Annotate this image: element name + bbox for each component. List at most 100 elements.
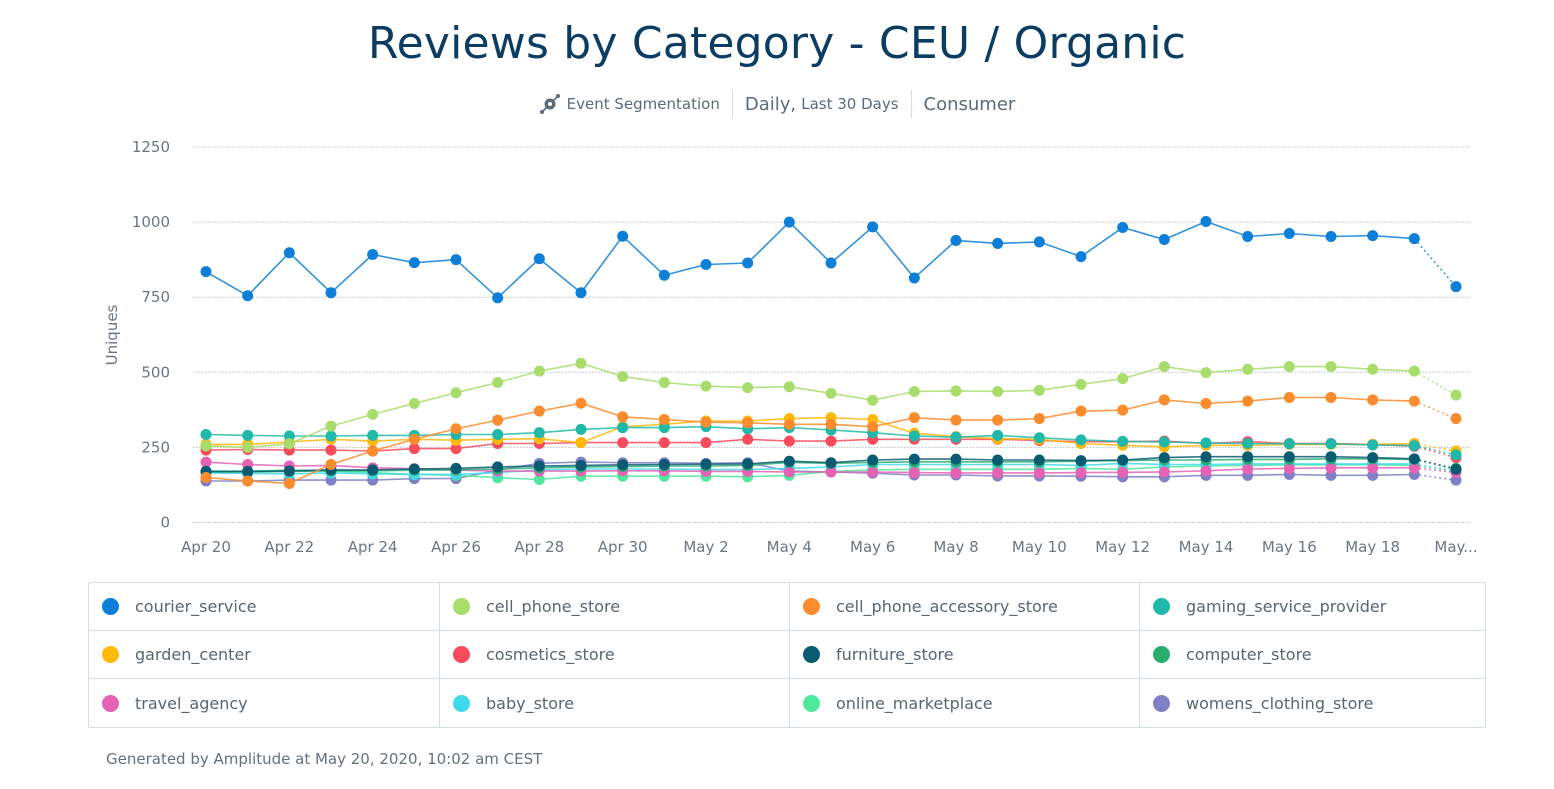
data-point[interactable] (825, 457, 837, 469)
data-point[interactable] (1117, 454, 1129, 466)
data-point[interactable] (992, 454, 1004, 466)
data-point[interactable] (242, 475, 254, 487)
data-point[interactable] (1325, 361, 1337, 373)
data-point[interactable] (1033, 454, 1045, 466)
data-point[interactable] (450, 423, 462, 435)
data-point[interactable] (825, 435, 837, 447)
data-point[interactable] (700, 437, 712, 449)
data-point[interactable] (1200, 451, 1212, 463)
data-point[interactable] (367, 464, 379, 476)
data-point[interactable] (1075, 251, 1087, 263)
legend-item[interactable]: travel_agency (89, 679, 440, 727)
data-point[interactable] (283, 477, 295, 489)
data-point[interactable] (1325, 231, 1337, 243)
data-point[interactable] (1158, 436, 1170, 448)
data-point[interactable] (1367, 439, 1379, 451)
data-point[interactable] (242, 290, 254, 302)
data-point[interactable] (533, 427, 545, 439)
data-point[interactable] (617, 230, 629, 242)
data-point[interactable] (1200, 465, 1212, 477)
data-point[interactable] (408, 257, 420, 269)
data-point[interactable] (367, 249, 379, 261)
data-point[interactable] (1367, 394, 1379, 406)
data-point[interactable] (450, 387, 462, 399)
data-point[interactable] (242, 465, 254, 477)
data-point[interactable] (950, 453, 962, 465)
data-point[interactable] (1450, 281, 1462, 293)
data-point[interactable] (1033, 413, 1045, 425)
data-point[interactable] (617, 459, 629, 471)
data-point[interactable] (1075, 405, 1087, 417)
data-point[interactable] (1242, 363, 1254, 375)
data-point[interactable] (1367, 452, 1379, 464)
data-point[interactable] (242, 441, 254, 453)
data-point[interactable] (742, 382, 754, 394)
data-point[interactable] (408, 398, 420, 410)
data-point[interactable] (1117, 404, 1129, 416)
data-point[interactable] (533, 253, 545, 265)
data-point[interactable] (450, 462, 462, 474)
data-point[interactable] (200, 471, 212, 483)
data-point[interactable] (1325, 392, 1337, 404)
data-point[interactable] (617, 371, 629, 383)
data-point[interactable] (283, 438, 295, 450)
legend-item[interactable]: garden_center (89, 631, 440, 679)
data-point[interactable] (825, 418, 837, 430)
data-point[interactable] (658, 269, 670, 281)
data-point[interactable] (1450, 389, 1462, 401)
data-point[interactable] (742, 433, 754, 445)
data-point[interactable] (950, 431, 962, 443)
data-point[interactable] (575, 423, 587, 435)
data-point[interactable] (1408, 453, 1420, 465)
data-point[interactable] (533, 405, 545, 417)
data-point[interactable] (1283, 392, 1295, 404)
data-point[interactable] (1450, 463, 1462, 475)
data-point[interactable] (1325, 438, 1337, 450)
data-point[interactable] (325, 430, 337, 442)
data-point[interactable] (1200, 398, 1212, 410)
data-point[interactable] (533, 365, 545, 377)
data-point[interactable] (575, 459, 587, 471)
data-point[interactable] (1367, 363, 1379, 375)
data-point[interactable] (1117, 373, 1129, 385)
data-point[interactable] (867, 421, 879, 433)
data-point[interactable] (1283, 361, 1295, 373)
data-point[interactable] (1283, 438, 1295, 450)
data-point[interactable] (617, 422, 629, 434)
data-point[interactable] (950, 385, 962, 397)
data-point[interactable] (1158, 394, 1170, 406)
data-point[interactable] (992, 386, 1004, 398)
data-point[interactable] (1408, 233, 1420, 245)
data-point[interactable] (1450, 413, 1462, 425)
legend-item[interactable]: gaming_service_provider (1140, 583, 1485, 631)
data-point[interactable] (908, 272, 920, 284)
data-point[interactable] (200, 440, 212, 452)
data-point[interactable] (242, 429, 254, 441)
data-point[interactable] (325, 459, 337, 471)
data-point[interactable] (1283, 228, 1295, 240)
data-point[interactable] (1325, 451, 1337, 463)
data-point[interactable] (992, 237, 1004, 249)
data-point[interactable] (742, 257, 754, 269)
data-point[interactable] (1408, 365, 1420, 377)
data-point[interactable] (950, 414, 962, 426)
data-point[interactable] (658, 459, 670, 471)
data-point[interactable] (1242, 463, 1254, 475)
data-point[interactable] (1117, 435, 1129, 447)
data-point[interactable] (1033, 432, 1045, 444)
legend-item[interactable]: courier_service (89, 583, 440, 631)
legend-item[interactable]: furniture_store (790, 631, 1140, 679)
data-point[interactable] (1075, 455, 1087, 467)
data-point[interactable] (283, 247, 295, 259)
legend-item[interactable]: computer_store (1140, 631, 1485, 679)
data-point[interactable] (617, 437, 629, 449)
data-point[interactable] (992, 429, 1004, 441)
data-point[interactable] (367, 445, 379, 457)
data-point[interactable] (992, 467, 1004, 479)
data-point[interactable] (700, 458, 712, 470)
data-point[interactable] (908, 430, 920, 442)
data-point[interactable] (700, 416, 712, 428)
data-point[interactable] (617, 411, 629, 423)
data-point[interactable] (492, 414, 504, 426)
data-point[interactable] (200, 266, 212, 278)
